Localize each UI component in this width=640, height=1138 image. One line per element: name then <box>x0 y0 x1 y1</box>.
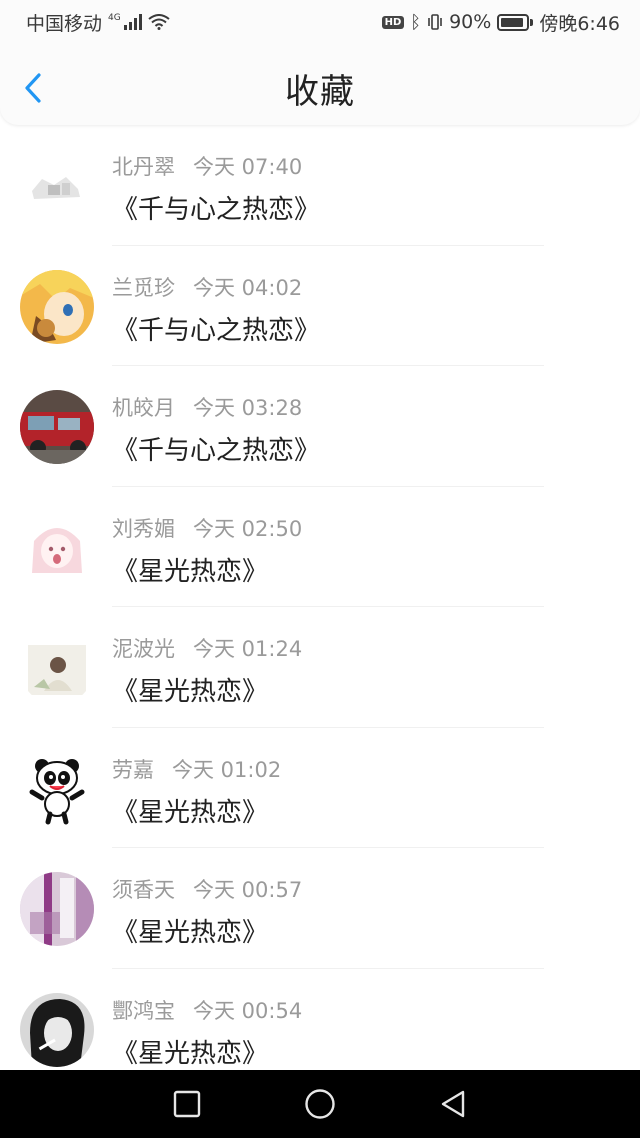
book-title: 《千与心之热恋》 <box>112 315 321 346</box>
list-item[interactable]: 机皎月 今天 03:28 《千与心之热恋》 <box>0 366 640 487</box>
timestamp: 今天 01:24 <box>193 637 303 661</box>
status-bar: 中国移动 4G HD ᛒ 90% 傍晚6:46 <box>0 0 640 44</box>
clock: 傍晚6:46 <box>539 12 620 35</box>
system-nav-bar <box>0 1070 640 1138</box>
cell-signal-icon: 4G <box>108 13 142 30</box>
avatar <box>20 631 94 705</box>
favorites-list: 北丹翠 今天 07:40 《千与心之热恋》 兰觅珍 今天 04:02 《千与心之… <box>0 125 640 1070</box>
list-item[interactable]: 兰觅珍 今天 04:02 《千与心之热恋》 <box>0 246 640 366</box>
user-name: 刘秀媚 <box>112 516 175 541</box>
avatar <box>20 510 94 585</box>
bluetooth-icon: ᛒ <box>410 11 422 33</box>
page-title: 收藏 <box>285 71 355 112</box>
timestamp: 今天 07:40 <box>193 155 303 179</box>
list-item[interactable]: 北丹翠 今天 07:40 《千与心之热恋》 <box>0 125 640 246</box>
user-name: 酆鸿宝 <box>112 998 175 1023</box>
chevron-left-icon <box>25 73 41 103</box>
wifi-icon <box>148 14 170 30</box>
list-item[interactable]: 须香天 今天 00:57 《星光热恋》 <box>0 848 640 969</box>
list-item[interactable]: 刘秀媚 今天 02:50 《星光热恋》 <box>0 487 640 607</box>
book-title: 《千与心之热恋》 <box>112 436 321 466</box>
avatar <box>20 269 94 344</box>
timestamp: 今天 02:50 <box>193 516 303 541</box>
user-name: 北丹翠 <box>112 155 175 179</box>
hd-badge: HD <box>381 15 405 29</box>
avatar <box>20 390 94 464</box>
timestamp: 今天 04:02 <box>193 275 303 300</box>
recent-apps-button[interactable] <box>167 1084 207 1124</box>
home-button[interactable] <box>300 1084 340 1124</box>
list-item[interactable]: 泥波光 今天 01:24 《星光热恋》 <box>0 607 640 728</box>
avatar <box>20 992 94 1067</box>
nav-bar: 收藏 <box>0 52 640 124</box>
list-item[interactable]: 酆鸿宝 今天 00:54 《星光热恋》 <box>0 969 640 1071</box>
book-title: 《星光热恋》 <box>112 1038 269 1069</box>
user-name: 劳嘉 <box>112 757 154 782</box>
carrier-label: 中国移动 <box>26 12 103 35</box>
network-type-label: 4G <box>108 13 121 23</box>
battery-percent: 90% <box>449 11 492 33</box>
book-title: 《星光热恋》 <box>112 556 269 587</box>
system-back-button[interactable] <box>433 1084 473 1124</box>
user-name: 兰觅珍 <box>112 275 175 300</box>
user-name: 泥波光 <box>112 637 175 661</box>
timestamp: 今天 00:54 <box>193 998 303 1023</box>
square-icon <box>173 1090 200 1118</box>
avatar <box>20 149 94 223</box>
user-name: 须香天 <box>112 878 175 902</box>
user-name: 机皎月 <box>112 396 175 420</box>
timestamp: 今天 00:57 <box>193 878 303 902</box>
timestamp: 今天 01:02 <box>172 757 282 782</box>
circle-icon <box>305 1089 335 1119</box>
book-title: 《星光热恋》 <box>112 677 269 707</box>
triangle-back-icon <box>442 1090 465 1118</box>
list-item[interactable]: 劳嘉 今天 01:02 《星光热恋》 <box>0 728 640 848</box>
back-button[interactable] <box>18 70 48 106</box>
timestamp: 今天 03:28 <box>193 396 303 420</box>
battery-icon <box>497 13 534 31</box>
avatar <box>20 751 94 826</box>
book-title: 《星光热恋》 <box>112 918 269 948</box>
book-title: 《星光热恋》 <box>112 797 269 828</box>
app-header: 中国移动 4G HD ᛒ 90% 傍晚6:46 收藏 <box>0 0 640 125</box>
vibrate-icon <box>428 14 442 30</box>
book-title: 《千与心之热恋》 <box>112 195 321 225</box>
avatar <box>20 872 94 946</box>
